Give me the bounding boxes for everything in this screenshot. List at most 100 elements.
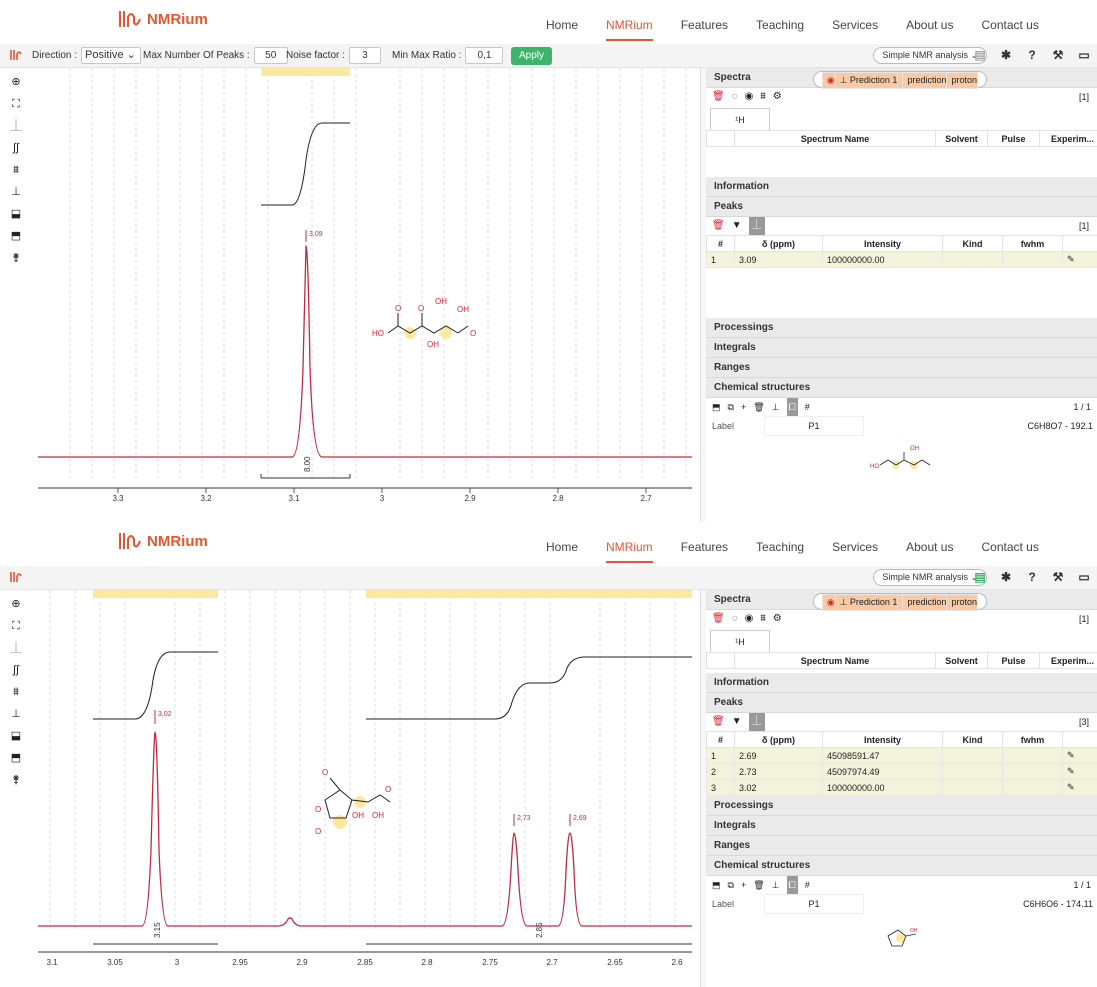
table-row[interactable]: 2 2.73 45097974.49 ✎ xyxy=(706,763,1097,780)
filter-icon[interactable]: ▼ xyxy=(732,217,742,235)
peak-picking-icon[interactable]: ⏊ xyxy=(8,118,24,134)
analysis-select[interactable]: Simple NMR analysis ⌄ xyxy=(873,569,987,586)
import-icon[interactable]: ⬓ xyxy=(8,728,24,744)
fullscreen-icon[interactable]: ⛶ xyxy=(8,96,24,112)
tab-1h[interactable]: ¹H xyxy=(710,630,770,652)
nav-home[interactable]: Home xyxy=(532,522,592,566)
filter-icon[interactable]: ⩩ xyxy=(760,610,765,628)
trash-icon[interactable]: 🗑 xyxy=(712,217,725,235)
min-max-ratio-input[interactable]: 0,1 xyxy=(465,47,504,64)
export-icon[interactable]: ⬒ xyxy=(712,876,721,894)
nav-about[interactable]: About us xyxy=(892,522,967,566)
range-highlight[interactable] xyxy=(93,590,218,598)
bug-icon[interactable]: ✱ xyxy=(999,48,1013,62)
direction-select[interactable]: Positive ⌄ xyxy=(81,47,142,64)
save-icon[interactable]: ▤ xyxy=(973,48,987,62)
information-section-header[interactable]: Information xyxy=(706,177,1097,197)
peak-icon[interactable]: ⊥ xyxy=(772,876,780,894)
nav-nmrium[interactable]: NMRium xyxy=(592,522,667,566)
nav-nmrium[interactable]: NMRium xyxy=(592,0,667,44)
spectrum-svg[interactable]: 3,09 8.00 3.3 3.2 3.1 3 2.9 2.8 2.7 HO O… xyxy=(30,68,700,522)
help-icon[interactable]: ? xyxy=(1025,570,1039,584)
zoom-icon[interactable]: ⊕ xyxy=(8,596,24,612)
eye-icon[interactable]: ◉ xyxy=(745,610,754,628)
edit-icon[interactable]: ✎ xyxy=(1062,747,1097,764)
table-row[interactable]: 1 2.69 45098591.47 ✎ xyxy=(706,747,1097,764)
table-row[interactable]: 3 3.02 100000000.00 ✎ xyxy=(706,779,1097,796)
molecule-thumbnail[interactable]: HO OH xyxy=(866,440,946,480)
wrench-icon[interactable]: ⚒ xyxy=(1051,570,1065,584)
trash-icon[interactable]: 🗑 xyxy=(712,88,725,106)
copy-icon[interactable]: ⧉ xyxy=(728,398,734,416)
peaks-toggle-icon[interactable]: ⏊ xyxy=(748,713,765,731)
eye-icon[interactable]: ◉ xyxy=(745,88,754,106)
edit-icon[interactable]: ✎ xyxy=(1062,251,1097,268)
baseline-icon[interactable]: ⊥ xyxy=(8,184,24,200)
integral-icon[interactable]: ∫∫ xyxy=(8,662,24,678)
filter-icon[interactable]: ▼ xyxy=(732,713,742,731)
settings-icon[interactable]: ⚙ xyxy=(773,88,782,106)
ranges-icon[interactable]: ⩩ xyxy=(8,162,24,178)
ranges-section-header[interactable]: Ranges xyxy=(706,836,1097,856)
label-input[interactable]: P1 xyxy=(764,894,865,914)
zoom-icon[interactable]: ⊕ xyxy=(8,74,24,90)
range-highlight[interactable] xyxy=(366,590,692,598)
phase-icon[interactable]: ⚵ xyxy=(8,772,24,788)
hide-icon[interactable]: ◌ xyxy=(732,88,738,106)
add-icon[interactable]: + xyxy=(741,876,746,894)
fullscreen-icon[interactable]: ⛶ xyxy=(8,618,24,634)
peaks-toggle-icon[interactable]: ⏊ xyxy=(748,217,765,235)
trash-icon[interactable]: 🗑 xyxy=(712,610,725,628)
link-icon[interactable]: ⧠ xyxy=(786,876,798,894)
export-icon[interactable]: ⬒ xyxy=(8,228,24,244)
nav-features[interactable]: Features xyxy=(667,522,742,566)
nav-about[interactable]: About us xyxy=(892,0,967,44)
chemical-structures-section-header[interactable]: Chemical structures xyxy=(706,856,1097,876)
trash-icon[interactable]: 🗑 xyxy=(753,876,764,894)
spectrum-viewer[interactable]: 3,02 2,73 2,69 3.15 2.85 3.1 3.05 3 2.95… xyxy=(30,590,700,987)
ranges-section-header[interactable]: Ranges xyxy=(706,358,1097,378)
integrals-section-header[interactable]: Integrals xyxy=(706,338,1097,358)
ranges-icon[interactable]: ⩩ xyxy=(8,684,24,700)
analysis-select[interactable]: Simple NMR analysis ⌄ xyxy=(873,47,987,64)
trash-icon[interactable]: 🗑 xyxy=(753,398,764,416)
add-icon[interactable]: + xyxy=(741,398,746,416)
edit-icon[interactable]: ✎ xyxy=(1062,763,1097,780)
window-icon[interactable]: ▭ xyxy=(1077,48,1091,62)
spectrum-viewer[interactable]: 3,09 8.00 3.3 3.2 3.1 3 2.9 2.8 2.7 HO O… xyxy=(30,68,700,522)
molecule-structure[interactable]: O O O OH OH O xyxy=(315,768,391,836)
noise-factor-input[interactable]: 3 xyxy=(348,47,381,64)
nmrium-logo[interactable]: NMRium xyxy=(118,531,208,551)
range-highlight[interactable] xyxy=(261,68,350,76)
peak-icon[interactable]: ⊥ xyxy=(772,398,780,416)
export-icon[interactable]: ⬒ xyxy=(8,750,24,766)
phase-icon[interactable]: ⚵ xyxy=(8,250,24,266)
nav-services[interactable]: Services xyxy=(818,0,892,44)
window-icon[interactable]: ▭ xyxy=(1077,570,1091,584)
nmrium-logo[interactable]: NMRium xyxy=(118,9,208,29)
tab-1h[interactable]: ¹H xyxy=(710,108,770,130)
export-icon[interactable]: ⬒ xyxy=(712,398,721,416)
help-icon[interactable]: ? xyxy=(1025,48,1039,62)
processings-section-header[interactable]: Processings xyxy=(706,796,1097,816)
hash-icon[interactable]: # xyxy=(805,398,810,416)
edit-icon[interactable]: ✎ xyxy=(1062,779,1097,796)
nav-features[interactable]: Features xyxy=(667,0,742,44)
molecule-thumbnail[interactable]: OH xyxy=(876,918,926,954)
import-icon[interactable]: ⬓ xyxy=(8,206,24,222)
molecule-structure[interactable]: HO O OH O OH O OH xyxy=(372,297,476,349)
eye-icon[interactable]: ◉ xyxy=(821,72,836,89)
nav-teaching[interactable]: Teaching xyxy=(742,0,818,44)
max-peaks-input[interactable]: 50 xyxy=(253,47,288,64)
spectrum-line[interactable] xyxy=(38,731,692,927)
nav-services[interactable]: Services xyxy=(818,522,892,566)
peaks-section-header[interactable]: Peaks xyxy=(706,197,1097,217)
spectrum-svg[interactable]: 3,02 2,73 2,69 3.15 2.85 3.1 3.05 3 2.95… xyxy=(30,590,700,987)
bug-icon[interactable]: ✱ xyxy=(999,570,1013,584)
nav-contact[interactable]: Contact us xyxy=(967,0,1052,44)
trash-icon[interactable]: 🗑 xyxy=(712,713,725,731)
integral-icon[interactable]: ∫∫ xyxy=(8,140,24,156)
table-row[interactable]: 1 3.09 100000000.00 ✎ xyxy=(706,251,1097,268)
copy-icon[interactable]: ⧉ xyxy=(728,876,734,894)
table-row[interactable]: ◉ ⊥ Prediction 1 prediction proton xyxy=(812,593,987,611)
